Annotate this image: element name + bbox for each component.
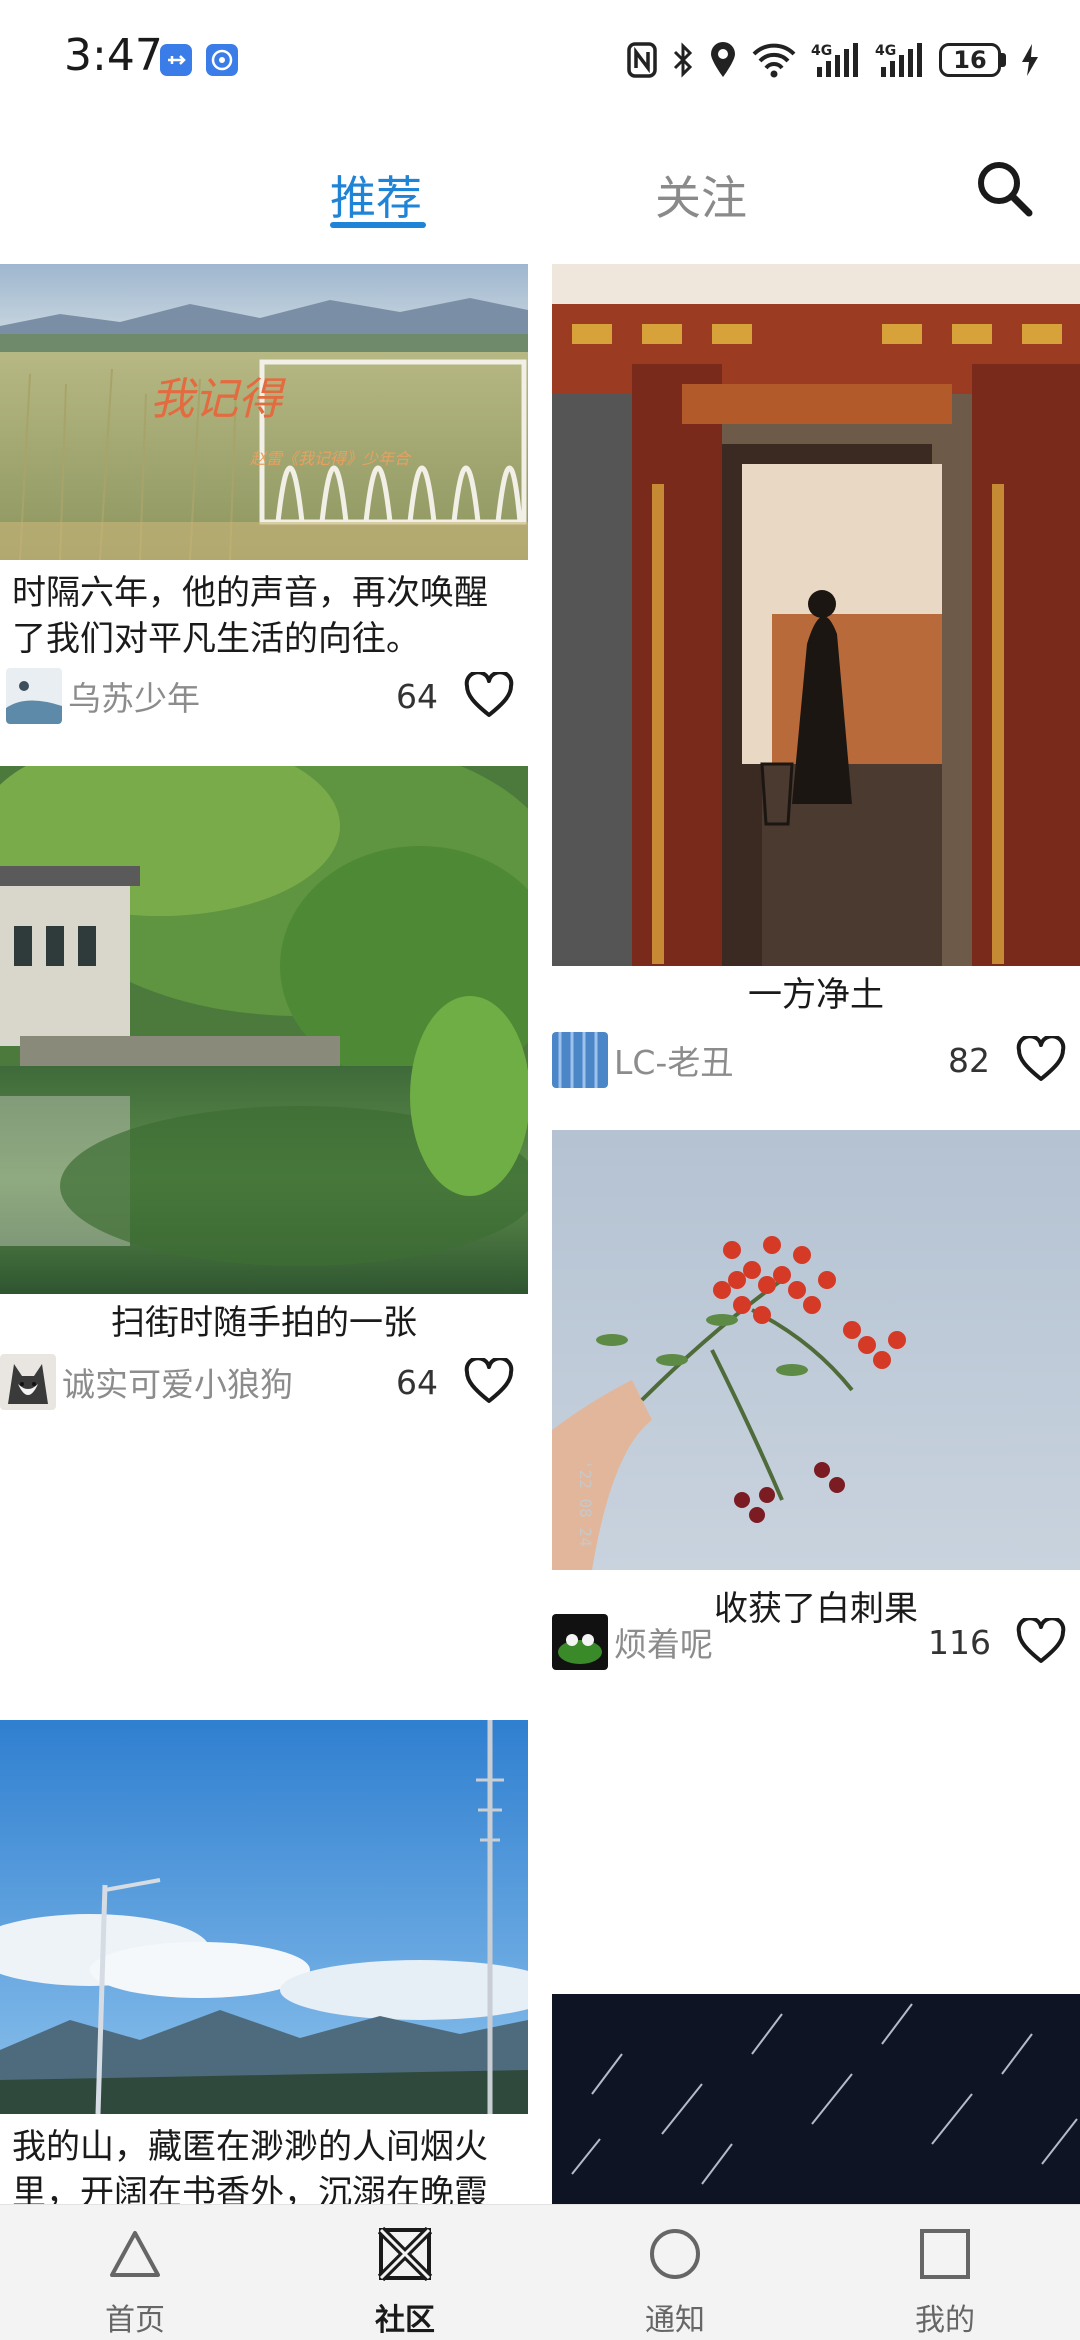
post-card[interactable]: 我的山，藏匿在渺渺的人间烟火里，开阔在书香外，沉溺在晚霞 bbox=[0, 1720, 528, 2204]
nav-community-label: 社区 bbox=[375, 2303, 435, 2338]
signal-4g-icon: 4G bbox=[875, 43, 922, 77]
nav-notifications[interactable]: 通知 bbox=[540, 2205, 810, 2340]
author-name[interactable]: 烦着呢 bbox=[614, 1618, 713, 1666]
active-tab-indicator bbox=[330, 222, 426, 228]
post-title[interactable]: 时隔六年，他的声音，再次唤醒了我们对平凡生活的向往。 bbox=[12, 570, 520, 662]
app-notification-icon bbox=[206, 44, 238, 76]
image-date-stamp: '22 08 24 bbox=[576, 1460, 595, 1547]
heart-icon[interactable] bbox=[1016, 1036, 1066, 1082]
post-title[interactable]: 一方净土 bbox=[552, 972, 1080, 1018]
community-x-icon bbox=[378, 2227, 432, 2281]
post-image[interactable] bbox=[552, 1994, 1080, 2204]
square-icon bbox=[920, 2229, 970, 2279]
like-count: 64 bbox=[396, 677, 438, 716]
svg-text:4G: 4G bbox=[811, 43, 832, 59]
post-author[interactable]: LC-老丑 bbox=[552, 1030, 733, 1090]
nfc-icon bbox=[627, 42, 657, 78]
tab-recommend[interactable]: 推荐 bbox=[330, 162, 422, 228]
post-author[interactable]: 乌苏少年 bbox=[6, 666, 200, 726]
post-feed[interactable]: 我记得 赵雷《我记得》少年合 时隔六年，他的声音，再次唤醒了我们对平凡生活的向往… bbox=[0, 264, 1080, 2204]
heart-icon[interactable] bbox=[464, 672, 514, 718]
tab-follow[interactable]: 关注 bbox=[655, 162, 747, 228]
nav-community[interactable]: 社区 bbox=[270, 2205, 540, 2340]
status-bar: 3:47 4G 4G 16 bbox=[0, 0, 1080, 120]
image-overlay-caption: 赵雷《我记得》少年合 bbox=[250, 449, 412, 468]
post-title[interactable]: 扫街时随手拍的一张 bbox=[0, 1300, 528, 1346]
post-card[interactable]: 一方净土 LC-老丑 82 bbox=[552, 264, 1080, 1124]
search-icon bbox=[978, 162, 1033, 217]
app-screen: 3:47 4G 4G 16 推荐 关注 我记得 赵雷《我记得》少年合 时隔六年，… bbox=[0, 0, 1080, 2340]
top-tabs: 推荐 关注 bbox=[0, 140, 1080, 250]
post-image[interactable] bbox=[0, 766, 528, 1294]
post-author[interactable]: 诚实可爱小狼狗 bbox=[0, 1352, 293, 1412]
svg-text:4G: 4G bbox=[875, 43, 896, 59]
post-author[interactable]: 烦着呢 bbox=[552, 1612, 713, 1672]
post-card[interactable]: '22 08 24 收获了白刺果 烦着呢 116 bbox=[552, 1130, 1080, 1672]
signal-4g-icon: 4G bbox=[811, 43, 858, 77]
avatar[interactable] bbox=[552, 1032, 608, 1088]
heart-icon[interactable] bbox=[1016, 1618, 1066, 1664]
post-image[interactable]: '22 08 24 bbox=[552, 1130, 1080, 1570]
status-time: 3:47 bbox=[64, 30, 163, 81]
post-image[interactable] bbox=[0, 1720, 528, 2114]
nav-home-label: 首页 bbox=[105, 2303, 165, 2338]
avatar[interactable] bbox=[552, 1614, 608, 1670]
avatar[interactable] bbox=[6, 668, 62, 724]
search-button[interactable] bbox=[970, 154, 1040, 224]
location-icon bbox=[711, 42, 735, 77]
like-count: 64 bbox=[396, 1363, 438, 1402]
post-card[interactable]: 我记得 赵雷《我记得》少年合 时隔六年，他的声音，再次唤醒了我们对平凡生活的向往… bbox=[0, 264, 528, 740]
post-card[interactable]: 扫街时随手拍的一张 诚实可爱小狼狗 64 bbox=[0, 766, 528, 1410]
post-card[interactable] bbox=[552, 1994, 1080, 2204]
usb-icon bbox=[160, 44, 192, 76]
bottom-navigation: 首页 社区 通知 我的 bbox=[0, 2204, 1080, 2340]
like-count: 82 bbox=[948, 1041, 990, 1080]
post-image[interactable]: 我记得 赵雷《我记得》少年合 bbox=[0, 264, 528, 560]
heart-icon[interactable] bbox=[464, 1358, 514, 1404]
post-title[interactable]: 我的山，藏匿在渺渺的人间烟火里，开阔在书香外，沉溺在晚霞 bbox=[12, 2124, 520, 2204]
author-name[interactable]: LC-老丑 bbox=[614, 1036, 733, 1084]
status-icons: 4G 4G 16 bbox=[627, 38, 1040, 82]
wifi-icon bbox=[752, 43, 796, 78]
battery-icon: 16 bbox=[939, 43, 1006, 77]
circle-icon bbox=[650, 2229, 700, 2279]
bluetooth-icon bbox=[673, 42, 693, 78]
battery-level: 16 bbox=[939, 43, 1001, 77]
nav-notifications-label: 通知 bbox=[645, 2303, 705, 2338]
author-name[interactable]: 诚实可爱小狼狗 bbox=[62, 1358, 293, 1406]
image-overlay-text: 我记得 bbox=[150, 374, 286, 425]
nav-profile[interactable]: 我的 bbox=[810, 2205, 1080, 2340]
avatar[interactable] bbox=[0, 1354, 56, 1410]
triangle-icon bbox=[110, 2231, 160, 2277]
author-name[interactable]: 乌苏少年 bbox=[68, 672, 200, 720]
nav-profile-label: 我的 bbox=[915, 2303, 975, 2338]
like-count: 116 bbox=[928, 1623, 991, 1662]
post-image[interactable] bbox=[552, 264, 1080, 966]
nav-home[interactable]: 首页 bbox=[0, 2205, 270, 2340]
charging-icon bbox=[1022, 44, 1038, 76]
